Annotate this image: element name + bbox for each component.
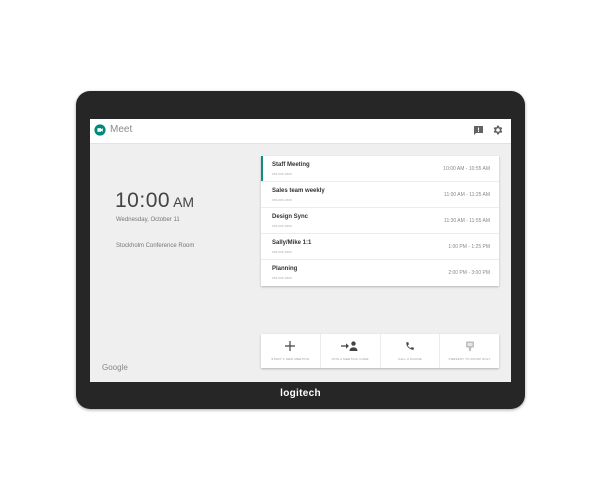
- plus-icon: [285, 341, 296, 351]
- meeting-time: 1:00 PM - 1:25 PM: [448, 244, 490, 250]
- call-phone-button[interactable]: CALL A PHONE: [381, 334, 441, 368]
- clock-ampm: AM: [173, 194, 195, 210]
- clock-time: 10:00: [115, 189, 171, 212]
- start-meeting-button[interactable]: START A NEW MEETING: [261, 334, 321, 368]
- google-wordmark: Google: [102, 363, 128, 372]
- phone-icon: [405, 341, 415, 351]
- present-icon: [465, 341, 474, 351]
- meeting-title: Design Sync: [272, 214, 309, 220]
- present-room-label: PRESENT TO ROOM ONLY: [448, 357, 491, 361]
- meeting-list: Staff Meeting xxx-xxx-xxxx 10:00 AM - 10…: [261, 156, 499, 286]
- screen: Meet 10:00 AM Wednesday, October 11 Stock…: [90, 119, 511, 382]
- meeting-code: xxx-xxx-xxxx: [272, 224, 292, 228]
- join-meeting-code-button[interactable]: JOIN A MEETING CODE: [321, 334, 381, 368]
- meeting-item[interactable]: Sales team weekly xxx-xxx-xxxx 11:00 AM …: [261, 182, 499, 208]
- meeting-item[interactable]: Sally/Mike 1:1 xxx-xxx-xxxx 1:00 PM - 1:…: [261, 234, 499, 260]
- meeting-time: 11:30 AM - 11:55 AM: [444, 218, 490, 224]
- call-phone-label: CALL A PHONE: [397, 357, 422, 361]
- start-meeting-label: START A NEW MEETING: [271, 357, 310, 361]
- feedback-icon[interactable]: [473, 125, 484, 136]
- clock-display: 10:00 AM: [115, 189, 194, 213]
- app-title: Meet: [110, 124, 133, 135]
- top-bar: Meet: [90, 119, 511, 144]
- gear-icon[interactable]: [492, 124, 504, 136]
- meeting-item[interactable]: Planning xxx-xxx-xxxx 2:00 PM - 3:00 PM: [261, 260, 499, 286]
- meeting-time: 2:00 PM - 3:00 PM: [448, 270, 490, 276]
- date-label: Wednesday, October 11: [116, 217, 180, 223]
- meeting-code: xxx-xxx-xxxx: [272, 276, 292, 280]
- meeting-title: Sally/Mike 1:1: [272, 240, 312, 246]
- join-meeting-code-label: JOIN A MEETING CODE: [331, 357, 369, 361]
- tablet-device: Meet 10:00 AM Wednesday, October 11 Stock…: [76, 91, 525, 409]
- meeting-title: Sales team weekly: [272, 188, 325, 194]
- meet-logo-icon: [94, 124, 106, 136]
- logitech-logo: logitech: [280, 388, 321, 399]
- meeting-time: 10:00 AM - 10:55 AM: [443, 166, 490, 172]
- join-person-icon: [341, 341, 359, 351]
- meeting-title: Planning: [272, 266, 298, 272]
- meeting-item[interactable]: Design Sync xxx-xxx-xxxx 11:30 AM - 11:5…: [261, 208, 499, 234]
- meeting-code: xxx-xxx-xxxx: [272, 250, 292, 254]
- present-room-button[interactable]: PRESENT TO ROOM ONLY: [440, 334, 499, 368]
- action-bar: START A NEW MEETING JOIN A MEETING CODE …: [261, 334, 499, 368]
- meeting-code: xxx-xxx-xxxx: [272, 198, 292, 202]
- meeting-title: Staff Meeting: [272, 162, 310, 168]
- meeting-code: xxx-xxx-xxxx: [272, 172, 292, 176]
- meeting-time: 11:00 AM - 11:25 AM: [444, 192, 490, 198]
- meeting-item[interactable]: Staff Meeting xxx-xxx-xxxx 10:00 AM - 10…: [261, 156, 499, 182]
- room-name: Stockholm Conference Room: [116, 243, 195, 249]
